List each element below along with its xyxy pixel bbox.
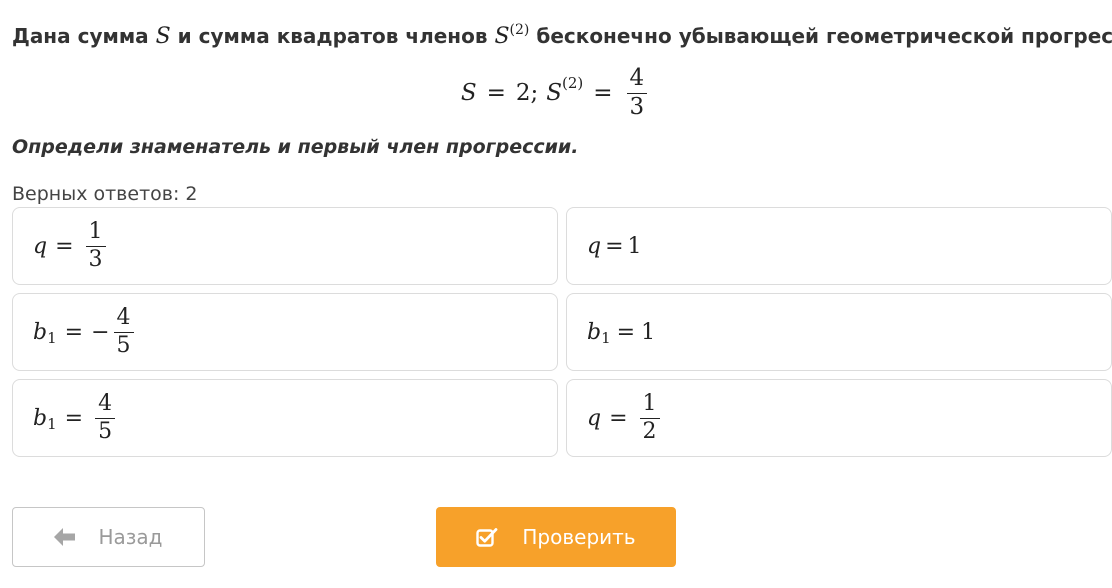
option-var: b bbox=[33, 405, 48, 431]
option-subscript: 1 bbox=[47, 415, 57, 433]
arrow-left-icon bbox=[54, 528, 76, 546]
formula-denominator: 3 bbox=[626, 92, 648, 120]
option-op: = bbox=[64, 405, 84, 431]
option-fraction: 1 2 bbox=[639, 391, 660, 444]
answer-option-q-1-2[interactable]: q = 1 2 bbox=[566, 379, 1112, 457]
problem-text-3: бесконечно убывающей геометрической прог… bbox=[529, 24, 1112, 48]
instruction-text: Определи знаменатель и первый член прогр… bbox=[12, 136, 579, 158]
option-op: = bbox=[616, 319, 636, 345]
problem-statement: Дана сумма S и сумма квадратов членов S(… bbox=[12, 22, 1112, 53]
back-button-label: Назад bbox=[98, 525, 163, 549]
option-subscript: 1 bbox=[601, 329, 611, 347]
option-fraction: 4 5 bbox=[113, 305, 134, 358]
back-button[interactable]: Назад bbox=[12, 507, 205, 567]
answer-options: q = 1 3 q = 1 b1 = − 4 5 b1 = 1 b1 = 4 5 bbox=[12, 207, 1112, 457]
given-formula: S = 2; S (2) = 4 3 bbox=[0, 64, 1112, 122]
math-sup-2: (2) bbox=[509, 22, 530, 38]
option-denominator: 2 bbox=[639, 417, 660, 444]
option-var: q bbox=[33, 233, 48, 259]
formula-eq1: = bbox=[486, 80, 506, 106]
check-button-label: Проверить bbox=[522, 525, 636, 549]
option-sign: − bbox=[91, 319, 110, 345]
option-var: b bbox=[33, 319, 48, 345]
option-subscript: 1 bbox=[47, 329, 57, 347]
problem-text-2: и сумма квадратов членов bbox=[170, 24, 495, 48]
option-denominator: 5 bbox=[95, 417, 116, 444]
option-numerator: 1 bbox=[88, 219, 103, 245]
check-button[interactable]: Проверить bbox=[436, 507, 676, 567]
answer-option-b1-minus-4-5[interactable]: b1 = − 4 5 bbox=[12, 293, 558, 371]
checkbox-check-icon bbox=[476, 527, 498, 547]
formula-fraction: 4 3 bbox=[626, 65, 648, 120]
answer-option-b1-1[interactable]: b1 = 1 bbox=[566, 293, 1112, 371]
option-numerator: 4 bbox=[98, 391, 113, 417]
formula-sup: (2) bbox=[562, 74, 584, 92]
math-var-s: S bbox=[155, 24, 171, 49]
option-denominator: 3 bbox=[85, 245, 106, 272]
problem-text-1: Дана сумма bbox=[12, 24, 156, 48]
math-var-s2: S bbox=[494, 24, 510, 49]
option-var: q bbox=[587, 405, 602, 431]
option-value: 1 bbox=[627, 233, 642, 259]
answer-option-q-1[interactable]: q = 1 bbox=[566, 207, 1112, 285]
formula-s: S bbox=[460, 80, 477, 106]
option-numerator: 1 bbox=[642, 391, 657, 417]
option-numerator: 4 bbox=[116, 305, 131, 331]
option-op: = bbox=[55, 233, 74, 259]
option-fraction: 1 3 bbox=[85, 219, 106, 272]
answer-option-b1-4-5[interactable]: b1 = 4 5 bbox=[12, 379, 558, 457]
option-value: 1 bbox=[641, 319, 656, 345]
option-denominator: 5 bbox=[113, 331, 134, 358]
option-op: = bbox=[605, 233, 624, 259]
answer-option-q-1-3[interactable]: q = 1 3 bbox=[12, 207, 558, 285]
formula-eq2: = bbox=[593, 80, 613, 106]
option-op: = bbox=[609, 405, 628, 431]
correct-answers-count: Верных ответов: 2 bbox=[12, 183, 198, 205]
option-op: = bbox=[64, 319, 84, 345]
option-var: q bbox=[587, 233, 602, 259]
formula-val1: 2; bbox=[515, 80, 539, 106]
formula-numerator: 4 bbox=[629, 65, 645, 92]
option-var: b bbox=[587, 319, 602, 345]
formula-s2: S bbox=[546, 80, 563, 106]
option-fraction: 4 5 bbox=[95, 391, 116, 444]
